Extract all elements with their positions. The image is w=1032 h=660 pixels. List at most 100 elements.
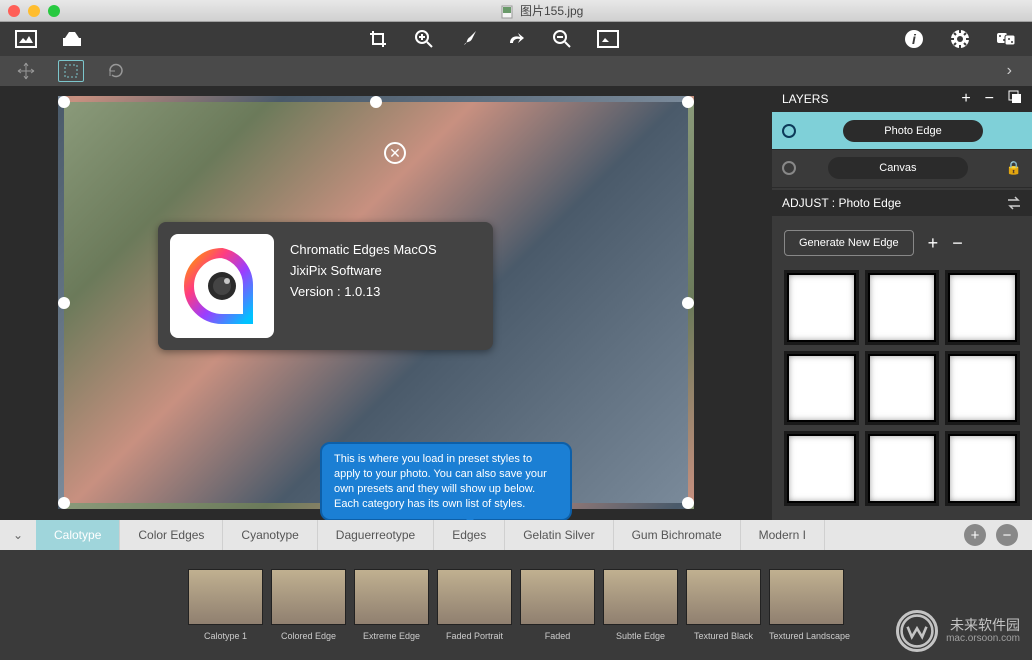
preset-item[interactable]: Textured Landscape [769,569,844,641]
preset-tab-calotype[interactable]: Calotype [36,520,120,550]
edge-thumb[interactable] [865,431,940,506]
dice-icon [995,29,1017,49]
fit-screen-button[interactable] [594,25,622,53]
edge-thumbnails [784,270,1020,506]
canvas-area[interactable]: ✕ Chromatic Edges MacOS JixiPix Software… [0,86,772,520]
preset-strip: Calotype 1 Colored Edge Extreme Edge Fad… [0,550,1032,660]
layer-visibility-toggle[interactable] [782,124,796,138]
brush-icon [460,29,480,49]
app-icon [170,234,274,338]
lock-icon: 🔒 [1006,160,1022,176]
zoom-out-button[interactable] [548,25,576,53]
marquee-icon [64,64,78,78]
resize-handle-ml[interactable] [58,297,70,309]
brush-button[interactable] [456,25,484,53]
preset-tab-gum-bichromate[interactable]: Gum Bichromate [614,520,741,550]
preset-tab-gelatin-silver[interactable]: Gelatin Silver [505,520,613,550]
preset-item[interactable]: Extreme Edge [354,569,429,641]
preset-tab-modern[interactable]: Modern I [741,520,825,550]
maximize-window-button[interactable] [48,5,60,17]
preset-label: Textured Landscape [769,631,844,641]
move-icon [17,62,35,80]
close-window-button[interactable] [8,5,20,17]
watermark-url: mac.orsoon.com [946,633,1020,645]
preset-remove-button[interactable]: − [996,524,1018,546]
close-icon: ✕ [389,145,401,162]
preset-label: Faded Portrait [437,631,512,641]
preset-item[interactable]: Subtle Edge [603,569,678,641]
deselect-button[interactable]: ✕ [384,142,406,164]
expand-toolbar-button[interactable]: › [1007,62,1020,80]
rotate-icon [107,62,125,80]
preset-label: Faded [520,631,595,641]
edge-remove-button[interactable]: − [952,233,963,254]
select-tool[interactable] [58,60,84,82]
gear-icon [950,29,970,49]
preset-tab-edges[interactable]: Edges [434,520,505,550]
zoom-in-button[interactable] [410,25,438,53]
remove-layer-button[interactable]: − [985,90,994,108]
rotate-tool[interactable] [102,57,130,85]
layers-header: LAYERS + − [772,86,1032,112]
duplicate-layer-button[interactable] [1008,90,1022,108]
window-title: 图片155.jpg [60,2,1024,19]
random-button[interactable] [992,25,1020,53]
info-button[interactable]: i [900,25,928,53]
watermark-brand: 未来软件园 [946,617,1020,634]
preset-label: Calotype 1 [188,631,263,641]
edge-thumb[interactable] [865,270,940,345]
move-tool[interactable] [12,57,40,85]
image-icon [15,30,37,48]
open-image-button[interactable] [12,25,40,53]
preset-item[interactable]: Faded Portrait [437,569,512,641]
zoom-out-icon [552,29,572,49]
about-title: Chromatic Edges MacOS [290,240,437,261]
about-dialog: Chromatic Edges MacOS JixiPix Software V… [158,222,493,350]
about-version: Version : 1.0.13 [290,282,437,303]
save-button[interactable] [58,25,86,53]
generate-edge-button[interactable]: Generate New Edge [784,230,914,256]
resize-handle-br[interactable] [682,497,694,509]
resize-handle-tr[interactable] [682,96,694,108]
edge-thumb[interactable] [945,351,1020,426]
resize-handle-tm[interactable] [370,96,382,108]
layer-visibility-toggle[interactable] [782,161,796,175]
resize-handle-mr[interactable] [682,297,694,309]
preset-tab-cyanotype[interactable]: Cyanotype [223,520,317,550]
add-layer-button[interactable]: + [961,90,970,108]
duplicate-icon [1008,90,1022,104]
tooltip-text: This is where you load in preset styles … [334,453,547,510]
help-tooltip: This is where you load in preset styles … [320,442,572,520]
watermark-logo-icon [896,610,938,652]
edge-thumb[interactable] [784,431,859,506]
window-controls [8,5,60,17]
minimize-window-button[interactable] [28,5,40,17]
resize-handle-tl[interactable] [58,96,70,108]
preset-item[interactable]: Colored Edge [271,569,346,641]
resize-handle-bl[interactable] [58,497,70,509]
preset-collapse-button[interactable]: ⌄ [0,520,36,550]
edge-thumb[interactable] [784,351,859,426]
redo-button[interactable] [502,25,530,53]
document-icon [501,5,513,19]
settings-button[interactable] [946,25,974,53]
edge-thumb[interactable] [945,431,1020,506]
edge-thumb[interactable] [784,270,859,345]
preset-item[interactable]: Faded [520,569,595,641]
preset-tab-color-edges[interactable]: Color Edges [120,520,223,550]
preset-item[interactable]: Calotype 1 [188,569,263,641]
layer-row-photo-edge[interactable]: Photo Edge [772,112,1032,150]
crop-button[interactable] [364,25,392,53]
adjust-header: ADJUST : Photo Edge [772,190,1032,216]
adjust-title: ADJUST : Photo Edge [782,196,901,210]
layers-title: LAYERS [782,92,828,106]
edge-thumb[interactable] [865,351,940,426]
layer-row-canvas[interactable]: Canvas 🔒 [772,150,1032,188]
preset-item[interactable]: Textured Black [686,569,761,641]
edge-thumb[interactable] [945,270,1020,345]
edge-add-button[interactable]: + [928,233,939,254]
swap-icon [1006,196,1022,210]
preset-add-button[interactable]: + [964,524,986,546]
swap-button[interactable] [1006,196,1022,210]
preset-tab-daguerreotype[interactable]: Daguerreotype [318,520,434,550]
